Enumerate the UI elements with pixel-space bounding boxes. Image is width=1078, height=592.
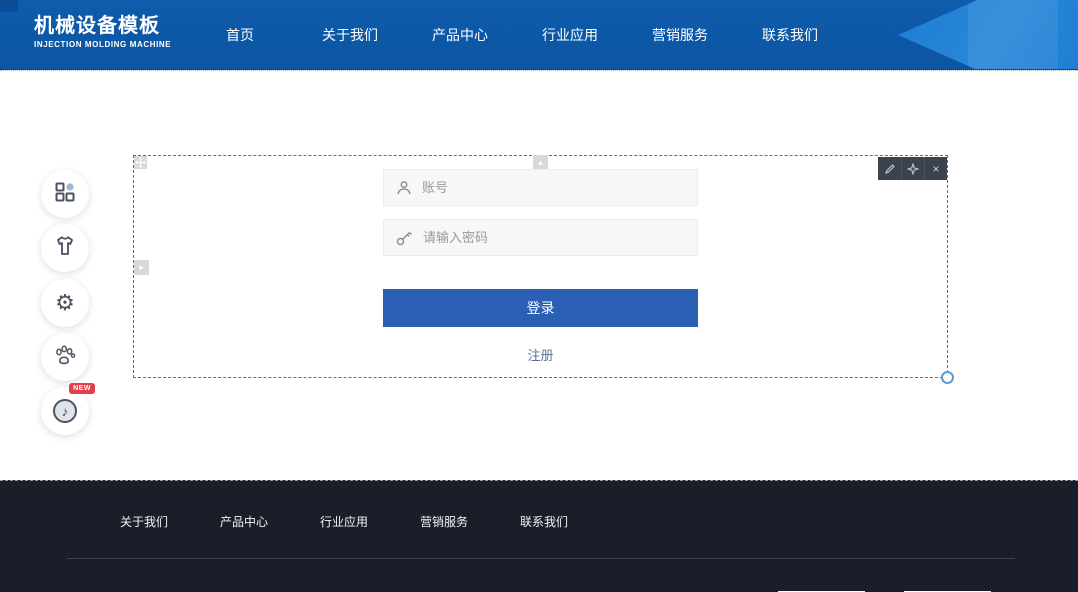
password-input[interactable] (423, 230, 663, 245)
new-badge: NEW (69, 383, 95, 394)
nav-item-marketing[interactable]: 营销服务 (625, 25, 735, 45)
footer-link-about[interactable]: 关于我们 (120, 513, 220, 530)
nav-item-home[interactable]: 首页 (185, 25, 295, 45)
main-nav: 首页 关于我们 产品中心 行业应用 营销服务 联系我们 (185, 0, 845, 70)
header-chevron-decoration (898, 0, 1078, 70)
site-logo[interactable]: 机械设备模板 INJECTION MOLDING MACHINE (34, 14, 171, 49)
logo-title: 机械设备模板 (34, 14, 171, 38)
side-tool-paw[interactable] (41, 333, 89, 381)
footer-nav: 关于我们 产品中心 行业应用 营销服务 联系我们 (120, 513, 620, 530)
logo-subtitle: INJECTION MOLDING MACHINE (34, 40, 171, 49)
site-footer: 关于我们 产品中心 行业应用 营销服务 联系我们 (0, 480, 1078, 592)
rotate-handle-icon[interactable] (941, 371, 954, 384)
magic-brush-icon[interactable] (901, 157, 924, 180)
side-tool-music[interactable]: ♪ NEW (41, 387, 89, 435)
footer-link-applications[interactable]: 行业应用 (320, 513, 420, 530)
corner-patch (0, 0, 18, 12)
music-note-icon: ♪ (53, 399, 77, 423)
key-icon (396, 230, 413, 246)
nav-item-about[interactable]: 关于我们 (295, 25, 405, 45)
account-input[interactable] (422, 180, 662, 195)
login-button[interactable]: 登录 (383, 289, 698, 327)
side-tool-settings[interactable]: ⚙ (41, 279, 89, 327)
footer-divider (67, 558, 1015, 559)
tshirt-icon (53, 234, 77, 263)
selection-toolbar: × (878, 157, 947, 180)
footer-link-contact[interactable]: 联系我们 (520, 513, 620, 530)
password-field[interactable] (383, 219, 698, 256)
gear-icon: ⚙ (55, 292, 75, 314)
footer-link-marketing[interactable]: 营销服务 (420, 513, 520, 530)
left-handle-icon[interactable]: ▸ (134, 260, 149, 275)
apps-grid-icon (54, 181, 76, 208)
footer-link-products[interactable]: 产品中心 (220, 513, 320, 530)
side-tool-theme[interactable] (41, 224, 89, 272)
site-header: 机械设备模板 INJECTION MOLDING MACHINE 首页 关于我们… (0, 0, 1078, 70)
nav-item-products[interactable]: 产品中心 (405, 25, 515, 45)
register-link[interactable]: 注册 (383, 345, 698, 364)
move-handle-icon[interactable] (134, 156, 147, 169)
paw-icon (52, 342, 78, 373)
account-field[interactable] (383, 169, 698, 206)
top-handle-icon[interactable]: ▴ (533, 155, 548, 170)
nav-item-contact[interactable]: 联系我们 (735, 25, 845, 45)
close-icon[interactable]: × (924, 157, 947, 180)
nav-item-applications[interactable]: 行业应用 (515, 25, 625, 45)
side-tool-components[interactable] (41, 170, 89, 218)
user-icon (396, 180, 412, 196)
edit-pencil-icon[interactable] (878, 157, 901, 180)
